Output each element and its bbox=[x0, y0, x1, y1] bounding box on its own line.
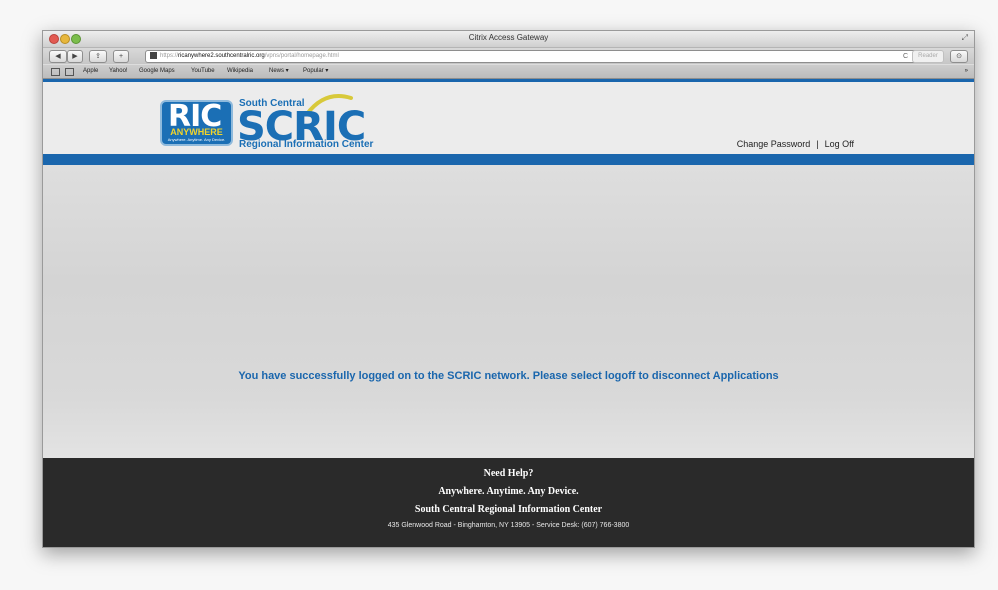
url-path: /vpns/portal/homepage.html bbox=[264, 53, 339, 59]
bookmark-youtube[interactable]: YouTube bbox=[191, 65, 215, 78]
url-prefix: https:// bbox=[160, 53, 179, 59]
address-bar[interactable]: https://ricanywhere2.southcentralric.org… bbox=[145, 50, 917, 63]
main-content: You have successfully logged on to the S… bbox=[43, 165, 974, 458]
bookmark-wikipedia[interactable]: Wikipedia bbox=[227, 65, 253, 78]
change-password-link[interactable]: Change Password bbox=[737, 139, 811, 149]
screenshot-background: Citrix Access Gateway ⤢ ◀ ▶ ⇪ + https://… bbox=[0, 0, 998, 590]
browser-window: Citrix Access Gateway ⤢ ◀ ▶ ⇪ + https://… bbox=[42, 30, 975, 548]
ric-anywhere-logo: RIC ANYWHERE Anywhere. Anytime. Any Devi… bbox=[160, 99, 233, 146]
web-page: RIC ANYWHERE Anywhere. Anytime. Any Devi… bbox=[43, 79, 974, 547]
link-separator: | bbox=[816, 139, 819, 149]
footer-address: 435 Glenwood Road - Binghamton, NY 13905… bbox=[387, 522, 630, 529]
bookmark-news-folder[interactable]: News ▾ bbox=[269, 65, 289, 78]
back-button[interactable]: ◀ bbox=[49, 50, 67, 63]
refresh-button[interactable]: C bbox=[903, 50, 908, 63]
forward-button[interactable]: ▶ bbox=[67, 50, 83, 63]
site-favicon-icon bbox=[150, 51, 157, 59]
portal-header: RIC ANYWHERE Anywhere. Anytime. Any Devi… bbox=[43, 82, 974, 154]
page-footer: Need Help? Anywhere. Anytime. Any Device… bbox=[43, 458, 974, 547]
browser-toolbar: ◀ ▶ ⇪ + https://ricanywhere2.southcentra… bbox=[43, 48, 974, 64]
footer-need-help: Need Help? bbox=[483, 468, 534, 479]
footer-slogan: Anywhere. Anytime. Any Device. bbox=[438, 486, 579, 497]
bookmarks-overflow-button[interactable]: » bbox=[965, 65, 968, 78]
log-off-link[interactable]: Log Off bbox=[825, 139, 854, 149]
window-title: Citrix Access Gateway bbox=[468, 33, 549, 42]
reading-list-icon[interactable] bbox=[51, 68, 60, 76]
logo-tagline: Anywhere. Anytime. Any Device. bbox=[167, 137, 226, 142]
title-bar: Citrix Access Gateway ⤢ bbox=[43, 31, 974, 48]
reader-button[interactable]: Reader bbox=[912, 50, 944, 63]
bookmark-apple[interactable]: Apple bbox=[83, 65, 98, 78]
header-blue-band bbox=[43, 154, 974, 165]
login-success-message: You have successfully logged on to the S… bbox=[238, 370, 779, 382]
bookmark-popular-folder[interactable]: Popular ▾ bbox=[303, 65, 328, 78]
share-button[interactable]: ⇪ bbox=[89, 50, 107, 63]
bookmark-google-maps[interactable]: Google Maps bbox=[139, 65, 175, 78]
bookmarks-bar: Apple Yahoo! Google Maps YouTube Wikiped… bbox=[43, 65, 974, 79]
top-sites-icon[interactable] bbox=[65, 68, 74, 76]
logo-regional-text: Regional Information Center bbox=[239, 139, 374, 150]
bookmark-yahoo[interactable]: Yahoo! bbox=[109, 65, 128, 78]
add-bookmark-button[interactable]: + bbox=[113, 50, 129, 63]
header-links: Change Password | Log Off bbox=[737, 139, 854, 149]
downloads-icon[interactable]: ⊙ bbox=[950, 50, 968, 63]
footer-org-name: South Central Regional Information Cente… bbox=[414, 504, 603, 515]
logo-anywhere-text: ANYWHERE bbox=[170, 127, 223, 137]
fullscreen-icon[interactable]: ⤢ bbox=[962, 33, 968, 43]
url-host: ricanywhere2.southcentralric.org bbox=[178, 53, 265, 59]
